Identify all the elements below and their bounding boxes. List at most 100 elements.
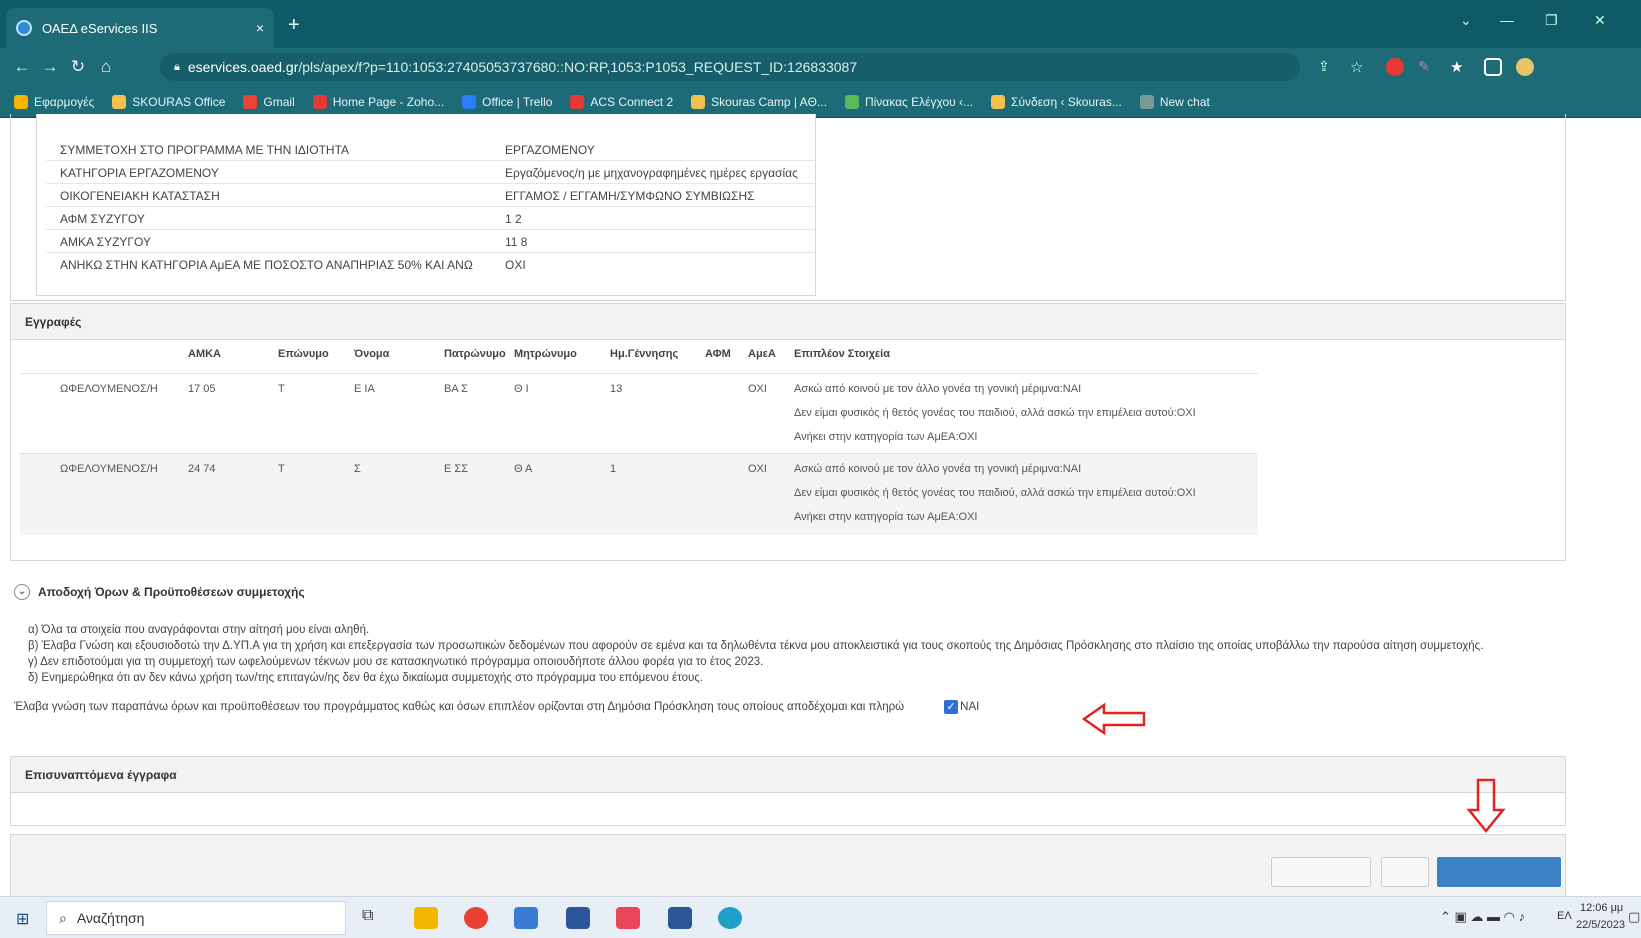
chrome-icon[interactable]	[464, 907, 488, 929]
word-icon[interactable]	[668, 907, 692, 929]
bookmark-item[interactable]: Gmail	[243, 94, 295, 109]
terms-section: ⌄ Αποδοχή Όρων & Προϋποθέσεων συμμετοχής…	[14, 584, 1574, 714]
term-c: γ) Δεν επιδοτούμαι για τη συμμετοχή των …	[28, 656, 764, 668]
profile-avatar[interactable]	[1516, 58, 1534, 76]
cell-name: Σ	[354, 463, 361, 475]
annotation-arrow-down-icon	[1466, 778, 1506, 833]
calculator-icon[interactable]	[566, 907, 590, 929]
consent-checkbox[interactable]: ✓	[944, 700, 959, 714]
detail-value: ΕΡΓΑΖΟΜΕΝΟΥ	[505, 143, 595, 157]
bookmark-item[interactable]: Πίνακας Ελέγχου ‹...	[844, 94, 974, 109]
cell-mother: Θ Ι	[514, 383, 529, 395]
language-indicator[interactable]: ΕΛ	[1557, 910, 1572, 922]
browser-tab-active[interactable]: ΟΑΕΔ eServices IIS ×	[6, 8, 274, 48]
terms-title: Αποδοχή Όρων & Προϋποθέσεων συμμετοχής	[38, 585, 305, 599]
bookmark-item[interactable]: Σύνδεση ‹ Skouras...	[991, 94, 1122, 109]
consent-text: Έλαβα γνώση των παραπάνω όρων και προϋπο…	[14, 701, 905, 713]
detail-label: ΑΦΜ ΣΥΖΥΓΟΥ	[60, 212, 145, 226]
cell-extra: Ανήκει στην κατηγορία των ΑμΕΑ:ΟΧΙ	[794, 431, 978, 443]
side-panel-icon[interactable]	[1484, 58, 1502, 76]
extensions-puzzle-icon[interactable]: ★	[1450, 58, 1468, 76]
restore-icon[interactable]: ❐	[1545, 12, 1558, 29]
cell-extra: Δεν είμαι φυσικός ή θετός γονέας του παι…	[794, 487, 1196, 499]
close-window-icon[interactable]: ✕	[1594, 12, 1606, 29]
cell-father: ΒΑ Σ	[444, 383, 468, 395]
cell-extra: Δεν είμαι φυσικός ή θετός γονέας του παι…	[794, 407, 1196, 419]
cell-amka: 17 05	[188, 383, 216, 395]
bookmark-label: New chat	[1159, 94, 1210, 109]
bookmark-label: Office | Trello	[482, 94, 553, 109]
column-header: Επιπλέον Στοιχεία	[794, 348, 890, 360]
clock-time[interactable]: 12:06 μμ	[1580, 902, 1623, 914]
cell-extra: Ασκώ από κοινού με τον άλλο γονέα τη γον…	[794, 463, 1082, 475]
app-icon[interactable]	[514, 907, 538, 929]
file-explorer-icon[interactable]	[414, 907, 438, 929]
minimize-icon[interactable]: —	[1500, 12, 1514, 28]
submit-button[interactable]	[1437, 857, 1561, 887]
detail-label: ΣΥΜΜΕΤΟΧΗ ΣΤΟ ΠΡΟΓΡΑΜΜΑ ΜΕ ΤΗΝ ΙΔΙΟΤΗΤΑ	[60, 143, 350, 157]
bookmark-item[interactable]: New chat	[1139, 94, 1210, 109]
bookmark-label: Σύνδεση ‹ Skouras...	[1011, 94, 1122, 109]
task-view-icon[interactable]: ⧉	[362, 907, 386, 929]
notification-icon[interactable]: ▢	[1628, 909, 1640, 925]
edge-icon[interactable]	[718, 907, 742, 929]
cell-mother: Θ Α	[514, 463, 533, 475]
collapse-chevron-icon[interactable]: ⌄	[14, 584, 30, 600]
clock-date[interactable]: 22/5/2023	[1576, 919, 1625, 931]
bookmark-item[interactable]: Home Page - Zoho...	[312, 94, 445, 109]
cell-birth: 13	[610, 383, 623, 395]
taskbar-search-box[interactable]: ⌕ Αναζήτηση	[46, 901, 346, 935]
consent-label: ΝΑΙ	[960, 701, 980, 713]
bookmark-label: Skouras Camp | AΘ...	[711, 94, 827, 109]
address-bar[interactable]: 🔒︎ eservices.oaed.gr/pls/apex/f?p=110:10…	[160, 53, 1300, 81]
column-header: Πατρώνυμο	[444, 348, 506, 360]
bookmark-label: ACS Connect 2	[590, 94, 674, 109]
column-header: Μητρώνυμο	[514, 348, 577, 360]
bookmark-label: Home Page - Zoho...	[332, 94, 445, 109]
small-button[interactable]	[1381, 857, 1429, 887]
bookmark-icon	[991, 94, 1006, 109]
bookmark-item[interactable]: SKOURAS Office	[112, 94, 225, 109]
bookmark-icon	[570, 94, 585, 109]
cell-amka: 24 74	[188, 463, 216, 475]
bookmark-label: Πίνακας Ελέγχου ‹...	[864, 94, 974, 109]
share-icon[interactable]: ⇪	[1318, 58, 1336, 76]
search-icon: ⌕	[59, 909, 67, 926]
secondary-button[interactable]	[1271, 857, 1371, 887]
term-b: β) Έλαβα Γνώση και εξουσιοδοτώ την Δ.ΥΠ.…	[28, 640, 1484, 652]
row-divider	[46, 252, 816, 253]
bookmark-item[interactable]: Εφαρμογές	[14, 94, 94, 109]
row-divider	[46, 206, 816, 207]
cell-role: ΩΦΕΛΟΥΜΕΝΟΣ/Η	[60, 383, 158, 395]
anydesk-icon[interactable]	[616, 907, 640, 929]
button-bar	[10, 834, 1566, 904]
reload-icon[interactable]: ↻	[64, 57, 92, 77]
bookmark-icon	[462, 94, 477, 109]
home-icon[interactable]: ⌂	[92, 57, 120, 77]
url-host: eservices.oaed.gr	[187, 59, 299, 75]
cell-extra: Ανήκει στην κατηγορία των ΑμΕΑ:ΟΧΙ	[794, 511, 978, 523]
back-icon[interactable]: ←	[8, 57, 36, 77]
windows-taskbar: ⊞ ⌕ Αναζήτηση ⧉ ⌃ ▣ ☁ ▬ ◠ ♪ ΕΛ 12:06 μμ …	[0, 896, 1641, 938]
column-header: ΑμεΑ	[748, 348, 776, 360]
bookmark-item[interactable]: ACS Connect 2	[570, 94, 674, 109]
extension-pen-icon[interactable]: ✎	[1418, 58, 1436, 76]
detail-value: Εργαζόμενος/η με μηχανογραφημένες ημέρες…	[505, 166, 798, 180]
term-a: α) Όλα τα στοιχεία που αναγράφονται στην…	[28, 624, 370, 636]
attachments-panel: Επισυναπτόμενα έγγραφα	[10, 756, 1566, 826]
bookmark-item[interactable]: Office | Trello	[462, 94, 553, 109]
forward-icon[interactable]: →	[36, 57, 64, 77]
detail-label: ΑΝΗΚΩ ΣΤΗΝ ΚΑΤΗΓΟΡΙΑ ΑμΕΑ ΜΕ ΠΟΣΟΣΤΟ ΑΝΑ…	[60, 258, 473, 272]
cell-amea: ΟΧΙ	[748, 383, 767, 395]
tab-close-icon[interactable]: ×	[256, 20, 264, 36]
bookmark-star-icon[interactable]: ☆	[1350, 58, 1368, 76]
extension-shield-icon[interactable]	[1386, 58, 1404, 76]
system-tray-icons[interactable]: ⌃ ▣ ☁ ▬ ◠ ♪	[1440, 909, 1525, 925]
tab-search-icon[interactable]: ⌄	[1460, 12, 1472, 29]
windows-start-icon[interactable]: ⊞	[16, 909, 29, 929]
new-tab-button[interactable]: +	[288, 14, 300, 37]
detail-value: 1 2	[505, 212, 522, 226]
row-divider	[46, 229, 816, 230]
bookmark-item[interactable]: Skouras Camp | AΘ...	[691, 94, 827, 109]
row-divider	[46, 183, 816, 184]
